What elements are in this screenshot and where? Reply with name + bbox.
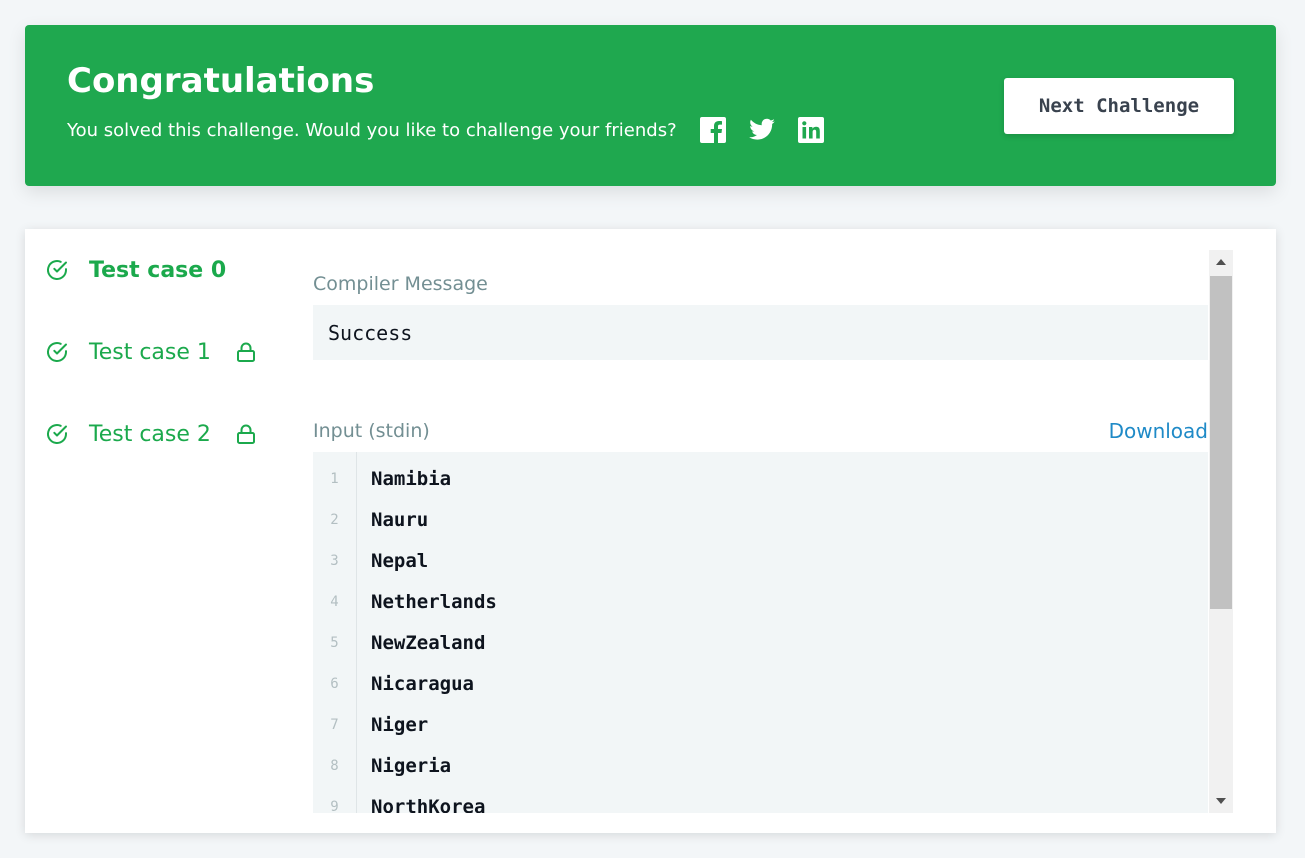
code-line: 2 Nauru bbox=[313, 499, 1208, 540]
download-link[interactable]: Download bbox=[1109, 419, 1208, 443]
line-text: Nicaragua bbox=[371, 672, 474, 695]
line-number: 2 bbox=[330, 511, 339, 528]
line-text: Nigeria bbox=[371, 754, 452, 777]
line-text: NorthKorea bbox=[371, 795, 486, 814]
lock-icon bbox=[236, 342, 255, 362]
compiler-message-label: Compiler Message bbox=[313, 273, 488, 295]
scroll-up-arrow-icon[interactable] bbox=[1209, 250, 1233, 274]
linkedin-icon[interactable] bbox=[797, 116, 825, 144]
code-line: 5 NewZealand bbox=[313, 622, 1208, 663]
check-circle-icon bbox=[47, 342, 67, 362]
test-case-label: Test case 1 bbox=[89, 339, 211, 365]
banner-message: You solved this challenge. Would you lik… bbox=[67, 120, 677, 141]
lock-icon bbox=[236, 424, 255, 444]
test-case-label: Test case 2 bbox=[89, 421, 211, 447]
code-line: 8 Nigeria bbox=[313, 745, 1208, 786]
vertical-scrollbar[interactable] bbox=[1209, 250, 1233, 813]
test-case-details: Compiler Message Success Input (stdin) D… bbox=[313, 251, 1234, 813]
test-case-2-tab[interactable]: Test case 2 bbox=[45, 419, 257, 449]
line-number: 4 bbox=[330, 593, 339, 610]
code-line: 4 Netherlands bbox=[313, 581, 1208, 622]
facebook-icon[interactable] bbox=[699, 116, 727, 144]
check-circle-icon bbox=[47, 424, 67, 444]
results-panel: Test case 0 Test case 1 Test case 2 Comp… bbox=[25, 229, 1276, 833]
line-text: NewZealand bbox=[371, 631, 486, 654]
code-line: 7 Niger bbox=[313, 704, 1208, 745]
line-number: 6 bbox=[330, 675, 339, 692]
next-challenge-button[interactable]: Next Challenge bbox=[1004, 78, 1234, 134]
code-line: 1 Namibia bbox=[313, 458, 1208, 499]
line-text: Netherlands bbox=[371, 590, 497, 613]
input-code-viewer[interactable]: 1 Namibia 2 Nauru 3 Nepal 4 Netherlands … bbox=[313, 452, 1208, 813]
line-text: Nepal bbox=[371, 549, 429, 572]
code-line: 6 Nicaragua bbox=[313, 663, 1208, 704]
line-number: 5 bbox=[330, 634, 339, 651]
scrollbar-thumb[interactable] bbox=[1210, 276, 1232, 609]
line-text: Namibia bbox=[371, 467, 452, 490]
test-case-1-tab[interactable]: Test case 1 bbox=[45, 337, 257, 367]
success-banner: Congratulations You solved this challeng… bbox=[25, 25, 1276, 186]
line-number: 8 bbox=[330, 757, 339, 774]
input-label: Input (stdin) bbox=[313, 420, 430, 442]
code-line: 3 Nepal bbox=[313, 540, 1208, 581]
line-number: 3 bbox=[330, 552, 339, 569]
test-case-label: Test case 0 bbox=[89, 257, 227, 283]
line-number: 9 bbox=[330, 798, 339, 814]
compiler-message-box: Success bbox=[313, 305, 1208, 360]
line-text: Niger bbox=[371, 713, 429, 736]
check-circle-icon bbox=[47, 260, 67, 280]
banner-title: Congratulations bbox=[67, 61, 375, 101]
line-text: Nauru bbox=[371, 508, 429, 531]
scroll-down-arrow-icon[interactable] bbox=[1209, 789, 1233, 813]
test-case-0-tab[interactable]: Test case 0 bbox=[45, 255, 226, 285]
code-line: 9 NorthKorea bbox=[313, 786, 1208, 814]
line-number: 7 bbox=[330, 716, 339, 733]
twitter-icon[interactable] bbox=[748, 116, 776, 144]
line-number: 1 bbox=[330, 470, 339, 487]
